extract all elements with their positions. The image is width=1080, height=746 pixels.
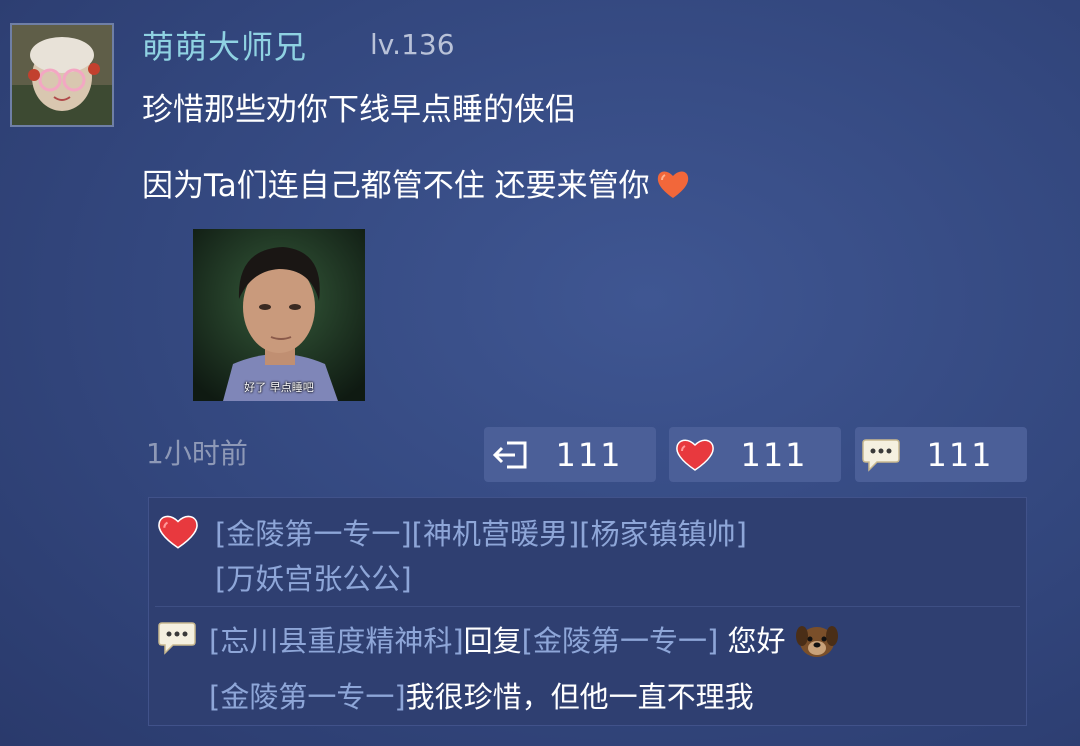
comment-icon — [861, 435, 901, 475]
liker-names: [金陵第一专一][神机营暖男][杨家镇镇帅] [万妖宫张公公] — [215, 512, 1015, 602]
post-text-line-2: 因为Ta们连自己都管不住 还要来管你 — [142, 160, 690, 207]
comment-reply-target[interactable]: [金陵第一专一] — [522, 624, 719, 658]
avatar-image — [12, 25, 112, 125]
orange-heart-icon — [656, 169, 690, 207]
image-caption: 好了 早点睡吧 — [244, 381, 314, 394]
comment-item[interactable]: [忘川县重度精神科]回复[金陵第一专一] 您好 — [209, 618, 839, 667]
comment-text: 我很珍惜，但他一直不理我 — [405, 680, 754, 714]
comment-author[interactable]: [忘川县重度精神科] — [209, 624, 464, 658]
avatar[interactable] — [10, 23, 114, 127]
like-button[interactable]: 111 — [669, 427, 841, 482]
share-button[interactable]: 111 — [484, 427, 656, 482]
liker-name[interactable]: [万妖宫张公公] — [215, 562, 412, 596]
interaction-panel: [金陵第一专一][神机营暖男][杨家镇镇帅] [万妖宫张公公] [忘川县重度精神科… — [148, 497, 1027, 726]
heart-icon — [675, 435, 715, 475]
comment-icon — [157, 620, 197, 660]
username[interactable]: 萌萌大师兄 — [142, 22, 307, 68]
post-text-line-2-text: 因为Ta们连自己都管不住 还要来管你 — [142, 168, 650, 204]
share-icon — [490, 435, 530, 475]
post-text-line-1: 珍惜那些劝你下线早点睡的侠侣 — [142, 92, 576, 128]
liker-name[interactable]: [神机营暖男] — [412, 517, 580, 551]
man-portrait-image — [193, 229, 365, 401]
liker-name[interactable]: [金陵第一专一] — [215, 517, 412, 551]
like-count: 111 — [740, 435, 808, 474]
comment-verb: 回复 — [463, 624, 522, 658]
divider — [155, 606, 1020, 607]
comment-text: 您好 — [727, 624, 786, 658]
user-level: lv.136 — [370, 28, 455, 61]
comment-item[interactable]: [金陵第一专一]我很珍惜，但他一直不理我 — [209, 674, 754, 716]
liker-name[interactable]: [杨家镇镇帅] — [579, 517, 747, 551]
post-image[interactable]: 好了 早点睡吧 — [193, 229, 365, 401]
post-timestamp: 1小时前 — [146, 437, 248, 470]
comment-author[interactable]: [金陵第一专一] — [209, 680, 406, 714]
heart-icon — [157, 514, 199, 554]
share-count: 111 — [555, 435, 623, 474]
comment-count: 111 — [926, 435, 994, 474]
comment-button[interactable]: 111 — [855, 427, 1027, 482]
dog-emoji-icon — [795, 620, 839, 667]
